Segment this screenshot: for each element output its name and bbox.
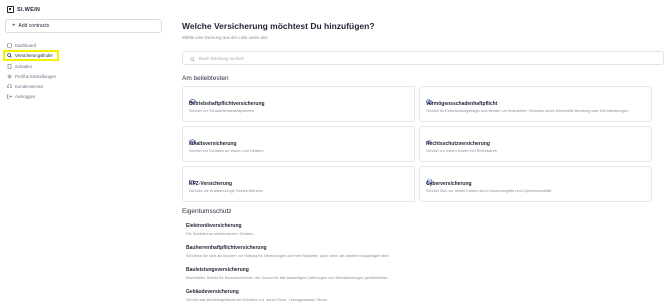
list-item[interactable]: Bauleistungsversicherung Essentieller Sc… (182, 265, 664, 287)
logo-icon (7, 6, 14, 13)
popular-cards: Betriebshaftpflichtversicherung Schützt … (182, 86, 664, 202)
main-content: Welche Versicherung möchtest Du hinzufüg… (182, 0, 667, 308)
page-title: Welche Versicherung möchtest Du hinzufüg… (182, 21, 375, 31)
gear-icon (426, 132, 433, 145)
sidebar-item-versicherungsfinder[interactable]: Versicherungsfinder (3, 50, 59, 61)
card-title: Cyberversicherung (426, 181, 472, 187)
laptop-icon (426, 172, 433, 185)
logout-icon (7, 93, 12, 99)
card-title: KFZ-Versicherung (189, 181, 233, 187)
search-icon (7, 53, 12, 58)
support-icon (7, 83, 12, 89)
umbrella-icon (189, 92, 196, 105)
list-item-title: Bauherrenhaftpflichtversicherung (186, 245, 267, 251)
card-inhaltsversicherung[interactable]: Inhaltsversicherung Schützt vor Schäden … (182, 126, 415, 162)
card-title: Betriebshaftpflichtversicherung (189, 101, 265, 107)
sidebar-item-profil[interactable]: Profil & Einstellungen (3, 71, 163, 81)
sidebar-nav: Dashboard Versicherungsfinder Schaden Pr… (3, 40, 163, 101)
sidebar-item-label: Versicherungsfinder (15, 53, 53, 58)
search-input[interactable]: Nach Deckung suchen (182, 51, 664, 65)
card-description: Schützt vor Schäden an Waren und Geräten (189, 149, 264, 153)
list-item-description: Schützt das Betriebsgebäude bei Schäden … (186, 298, 327, 302)
sidebar-item-kundenservice[interactable]: Kundenservice (3, 81, 163, 91)
truck-icon (189, 172, 196, 185)
document-icon (7, 63, 12, 69)
search-placeholder: Nach Deckung suchen (199, 55, 245, 61)
card-description: Schütze die Kraftfahrzeuge Deines Betrie… (189, 189, 263, 193)
list-item-title: Bauleistungsversicherung (186, 267, 249, 273)
card-betriebshaftpflicht[interactable]: Betriebshaftpflichtversicherung Schützt … (182, 86, 415, 122)
sidebar-item-label: Ausloggen (15, 93, 36, 99)
add-contracts-label: Add contracts (18, 23, 50, 29)
section-heading-popular: Am beliebtesten (182, 75, 229, 82)
list-item[interactable]: Elektronikversicherung Für Schäden an el… (182, 221, 664, 243)
card-rechtsschutz[interactable]: Rechtsschutzversicherung Schützt vor hoh… (419, 126, 652, 162)
sidebar-item-label: Dashboard (15, 42, 37, 48)
list-item[interactable]: Gebäudeversicherung Schützt das Betriebs… (182, 287, 664, 308)
card-vermoegensschaden[interactable]: Vermögensschadenhaftpflicht Schützt für … (419, 86, 652, 122)
card-title: Inhaltsversicherung (189, 141, 237, 147)
coins-icon (426, 92, 433, 105)
card-description: Schützt vor hohen Kosten bei Rechtsstrei… (426, 149, 497, 153)
card-kfz[interactable]: KFZ-Versicherung Schütze die Kraftfahrze… (182, 166, 415, 202)
add-contracts-button[interactable]: + Add contracts (5, 19, 162, 33)
sidebar-item-schaden[interactable]: Schaden (3, 61, 163, 71)
sidebar-item-dashboard[interactable]: Dashboard (3, 40, 163, 50)
settings-icon (7, 74, 12, 79)
card-description: Schützt Dich vor hohen Kosten durch Hack… (426, 189, 552, 193)
sidebar-item-label: Schaden (15, 63, 32, 69)
dashboard-icon (7, 42, 12, 48)
box-icon (189, 132, 196, 145)
list-item[interactable]: Bauherrenhaftpflichtversicherung Schütze… (182, 243, 664, 265)
search-icon (190, 49, 195, 67)
list-item-description: Essentieller Schutz für Bauunternehmer, … (186, 276, 388, 280)
brand-name: SI.WEIN (17, 6, 41, 13)
sidebar-item-label: Kundenservice (15, 83, 44, 89)
brand-logo[interactable]: SI.WEIN (7, 6, 40, 13)
plus-icon: + (12, 23, 16, 29)
section-heading-property: Eigentumsschutz (182, 208, 232, 215)
page-subtitle: Wähle eine Deckung aus der Liste unten a… (182, 35, 268, 40)
card-description: Schützt für Entscheidungsträger und Bera… (426, 109, 630, 113)
card-title: Vermögensschadenhaftpflicht (426, 101, 498, 107)
sidebar-item-label: Profil & Einstellungen (15, 73, 56, 79)
list-item-description: Für Schäden an elektronischen Geräten (186, 232, 254, 236)
card-cyber[interactable]: Cyberversicherung Schützt Dich vor hohen… (419, 166, 652, 202)
property-list: Elektronikversicherung Für Schäden an el… (182, 221, 664, 308)
sidebar-item-ausloggen[interactable]: Ausloggen (3, 91, 163, 101)
card-description: Schützt vor Schadenersatzansprüchen (189, 109, 255, 113)
sidebar: SI.WEIN + Add contracts Dashboard Versic… (0, 0, 168, 308)
list-item-title: Elektronikversicherung (186, 223, 242, 229)
card-title: Rechtsschutzversicherung (426, 141, 490, 147)
list-item-description: Schützen Sie sich als Bauherr vor Haftun… (186, 254, 389, 258)
list-item-title: Gebäudeversicherung (186, 289, 239, 295)
